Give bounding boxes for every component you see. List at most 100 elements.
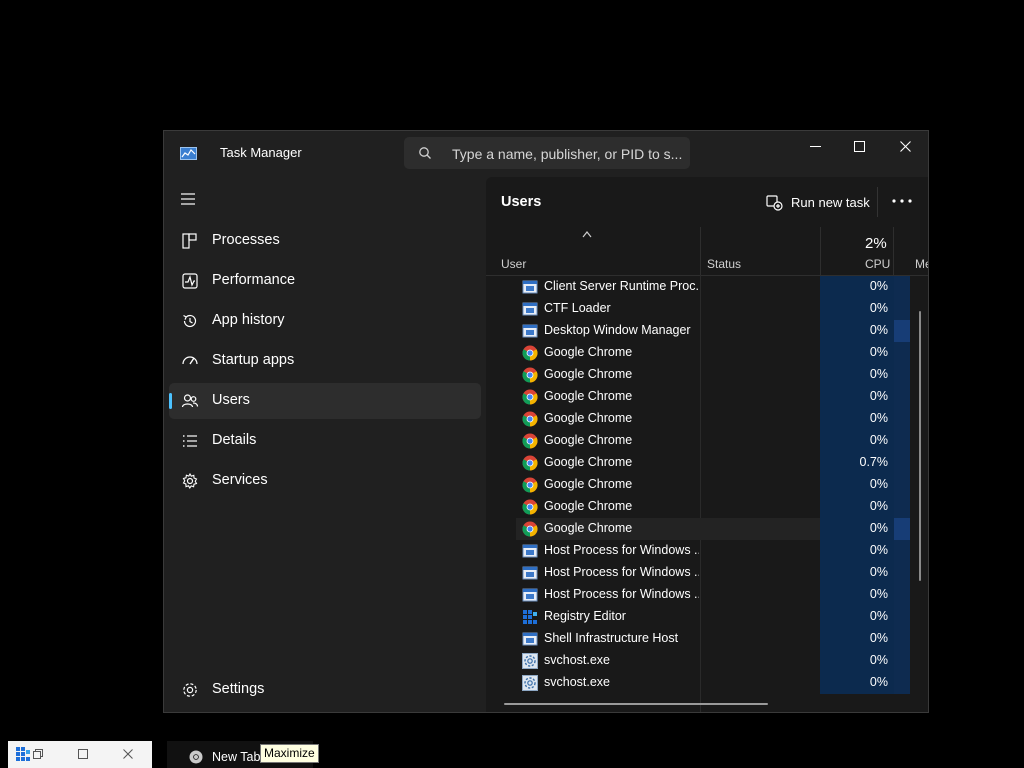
table-row[interactable]: Client Server Runtime Proc... 0% [486,276,928,298]
column-divider[interactable] [700,227,701,275]
memory-cell [894,430,910,452]
chrome-icon [522,345,538,361]
run-new-task-icon [766,194,783,211]
nav-item-label: App history [212,312,285,328]
column-divider[interactable] [893,227,894,275]
system-process-icon [522,543,538,559]
page-header: Users Run new task [486,177,928,227]
nav-item-settings[interactable]: Settings [169,672,481,708]
column-header-memory[interactable]: Me [915,257,928,271]
table-row[interactable]: Google Chrome 0% [486,474,928,496]
cpu-cell: 0.7% [820,452,894,474]
processes-icon [182,233,197,249]
run-new-task-button[interactable]: Run new task [766,190,870,214]
table-row[interactable]: Host Process for Windows ... 0% [486,540,928,562]
system-process-icon [522,631,538,647]
table-row[interactable]: Desktop Window Manager 0% [486,320,928,342]
table-row[interactable]: Google Chrome 0% [486,408,928,430]
table-row[interactable]: Google Chrome 0.7% [486,452,928,474]
nav-item-startup-apps[interactable]: Startup apps [169,343,481,379]
table-row[interactable]: svchost.exe 0% [486,650,928,672]
column-header-status[interactable]: Status [707,257,741,271]
search-input[interactable] [450,137,686,171]
navigation-pane: Processes Performance App history Startu… [164,177,486,712]
restore-icon[interactable] [33,749,43,759]
column-divider[interactable] [820,227,821,275]
cpu-cell: 0% [820,650,894,672]
horizontal-scrollbar[interactable] [504,703,768,705]
cpu-value: 0% [869,279,888,293]
task-manager-window: Task Manager Type a name, publisher, or … [163,130,929,713]
memory-cell [894,540,910,562]
memory-cell [894,606,910,628]
table-row[interactable]: Shell Infrastructure Host 0% [486,628,928,650]
maximize-button[interactable] [836,131,882,161]
table-row[interactable]: Registry Editor 0% [486,606,928,628]
process-name: Google Chrome [544,345,633,359]
chrome-icon [522,455,538,471]
cpu-cell: 0% [820,386,894,408]
table-row[interactable]: svchost.exe 0% [486,672,928,694]
memory-cell [894,452,910,474]
cpu-cell: 0% [820,496,894,518]
table-row[interactable]: Google Chrome 0% [486,496,928,518]
table-row[interactable]: Host Process for Windows ... 0% [486,584,928,606]
process-name: Google Chrome [544,499,633,513]
cpu-cell: 0% [820,584,894,606]
maximize-icon[interactable] [78,749,88,759]
nav-item-processes[interactable]: Processes [169,223,481,259]
cpu-cell: 0% [820,628,894,650]
page-title: Users [501,194,542,210]
minimize-icon [809,145,821,147]
system-process-icon [522,323,538,339]
nav-item-users[interactable]: Users [169,383,481,419]
chrome-icon [189,750,203,764]
close-icon[interactable] [123,749,133,759]
column-header-row: User Status 2% CPU Me [486,227,928,276]
active-indicator [169,393,172,409]
nav-item-details[interactable]: Details [169,423,481,459]
cpu-value: 0% [869,653,888,667]
nav-item-label: Services [212,472,268,488]
process-name: Host Process for Windows ... [544,543,699,557]
taskbar-thumbnail-registry-editor[interactable] [8,741,152,768]
table-row[interactable]: Host Process for Windows ... 0% [486,562,928,584]
column-header-cpu-total: 2% [865,235,887,252]
more-options-icon[interactable] [890,191,914,211]
process-name: Google Chrome [544,389,633,403]
nav-item-label: Users [212,392,250,408]
table-row[interactable]: CTF Loader 0% [486,298,928,320]
nav-item-services[interactable]: Services [169,463,481,499]
chrome-icon [522,477,538,493]
column-header-cpu[interactable]: CPU [865,257,890,271]
nav-item-performance[interactable]: Performance [169,263,481,299]
process-name: Client Server Runtime Proc... [544,279,699,293]
performance-icon [182,273,198,289]
hamburger-menu-icon[interactable] [180,193,196,205]
table-row[interactable]: Google Chrome 0% [486,386,928,408]
table-row[interactable]: Google Chrome 0% [486,364,928,386]
table-row[interactable]: Google Chrome 0% [486,430,928,452]
search-box[interactable] [404,137,690,171]
app-history-icon [183,314,197,328]
process-name: CTF Loader [544,301,611,315]
close-button[interactable] [882,131,928,161]
cpu-value: 0% [869,367,888,381]
nav-item-label: Startup apps [212,352,295,368]
settings-gear-icon [183,683,197,697]
table-row[interactable]: Google Chrome 0% [486,342,928,364]
column-header-user[interactable]: User [501,257,526,271]
svchost-icon [522,675,538,691]
nav-item-app-history[interactable]: App history [169,303,481,339]
cpu-value: 0% [869,345,888,359]
search-icon [419,147,431,159]
cpu-value: 0.7% [859,455,889,469]
process-name: Google Chrome [544,411,633,425]
cpu-cell: 0% [820,408,894,430]
system-process-icon [522,565,538,581]
table-row[interactable]: Google Chrome 0% [486,518,928,540]
nav-item-label: Processes [212,232,280,248]
minimize-button[interactable] [792,131,838,161]
nav-item-label: Settings [212,681,265,697]
vertical-scrollbar[interactable] [919,311,921,581]
